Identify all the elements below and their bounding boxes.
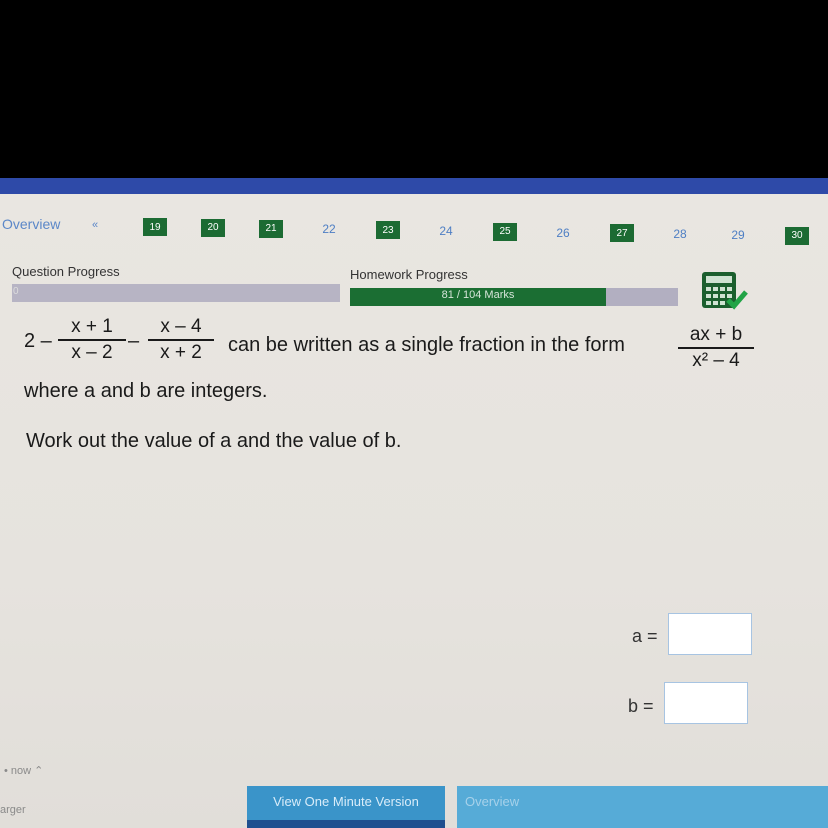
homework-progress-bar: 81 / 104 Marks — [350, 288, 678, 306]
text-size-link[interactable]: arger — [0, 804, 26, 816]
answer-a-label: a = — [632, 626, 658, 646]
question-progress-label: Question Progress — [12, 264, 120, 279]
nav-question-26[interactable]: 26 — [551, 224, 575, 242]
fraction-2-bar — [148, 339, 214, 341]
fraction-form-bar — [678, 347, 754, 349]
nav-question-29[interactable]: 29 — [726, 226, 750, 244]
nav-overview-link[interactable]: Overview — [2, 216, 60, 232]
question-progress-bar: 0 — [12, 284, 340, 302]
fraction-1-denominator: x – 2 — [71, 342, 113, 363]
fraction-form-numerator: ax + b — [689, 324, 743, 345]
calculator-allowed-icon — [700, 270, 748, 314]
question-nav: Overview « 19 20 21 22 23 24 25 26 27 28 29 30 — [0, 194, 828, 252]
question-line-2: where a and b are integers. — [24, 380, 268, 402]
saved-status: • now ⌃ — [4, 765, 44, 777]
photo-black-border — [0, 0, 828, 178]
view-button-underline — [247, 820, 445, 828]
nav-question-23[interactable]: 23 — [376, 221, 400, 240]
homework-progress-text: 81 / 104 Marks — [441, 289, 515, 301]
view-one-minute-button[interactable]: View One Minute Version — [247, 786, 445, 828]
nav-question-25[interactable]: 25 — [493, 222, 517, 241]
question-lead: 2 – — [24, 330, 52, 352]
fraction-1-bar — [58, 339, 126, 341]
nav-question-27[interactable]: 27 — [610, 224, 634, 243]
question-text-1: can be written as a single fraction in t… — [228, 334, 625, 356]
fraction-2-numerator: x – 4 — [160, 316, 202, 337]
homework-progress-label: Homework Progress — [350, 267, 468, 282]
overview-button-label: Overview — [465, 794, 520, 809]
question-minus: – — [128, 330, 140, 352]
homework-screen: Overview « 19 20 21 22 23 24 25 26 27 28 29 30 Ques… — [0, 194, 828, 828]
question-line-3: Work out the value of a and the value of… — [26, 430, 402, 452]
fraction-2: x – 4 x + 2 — [148, 316, 214, 364]
fraction-1: x + 1 x – 2 — [58, 316, 126, 364]
fraction-2-denominator: x + 2 — [160, 342, 202, 363]
browser-top-strip — [0, 178, 828, 194]
nav-question-24[interactable]: 24 — [434, 222, 458, 240]
nav-question-22[interactable]: 22 — [317, 220, 341, 238]
nav-question-28[interactable]: 28 — [668, 225, 692, 243]
fraction-form-denominator: x² – 4 — [692, 350, 740, 371]
nav-question-21[interactable]: 21 — [259, 219, 283, 238]
view-one-minute-label: View One Minute Version — [273, 794, 419, 809]
nav-question-20[interactable]: 20 — [201, 218, 225, 237]
answer-a-input[interactable] — [668, 613, 752, 655]
fraction-1-numerator: x + 1 — [71, 316, 113, 337]
overview-button[interactable]: Overview — [457, 786, 828, 828]
nav-question-30[interactable]: 30 — [785, 226, 809, 245]
nav-prev-icon[interactable]: « — [92, 219, 98, 231]
answer-b-label: b = — [628, 696, 654, 716]
fraction-form: ax + b x² – 4 — [678, 324, 754, 372]
nav-question-19[interactable]: 19 — [143, 218, 167, 236]
question-progress-value: 0 — [13, 286, 19, 297]
answer-b-input[interactable] — [664, 682, 748, 724]
